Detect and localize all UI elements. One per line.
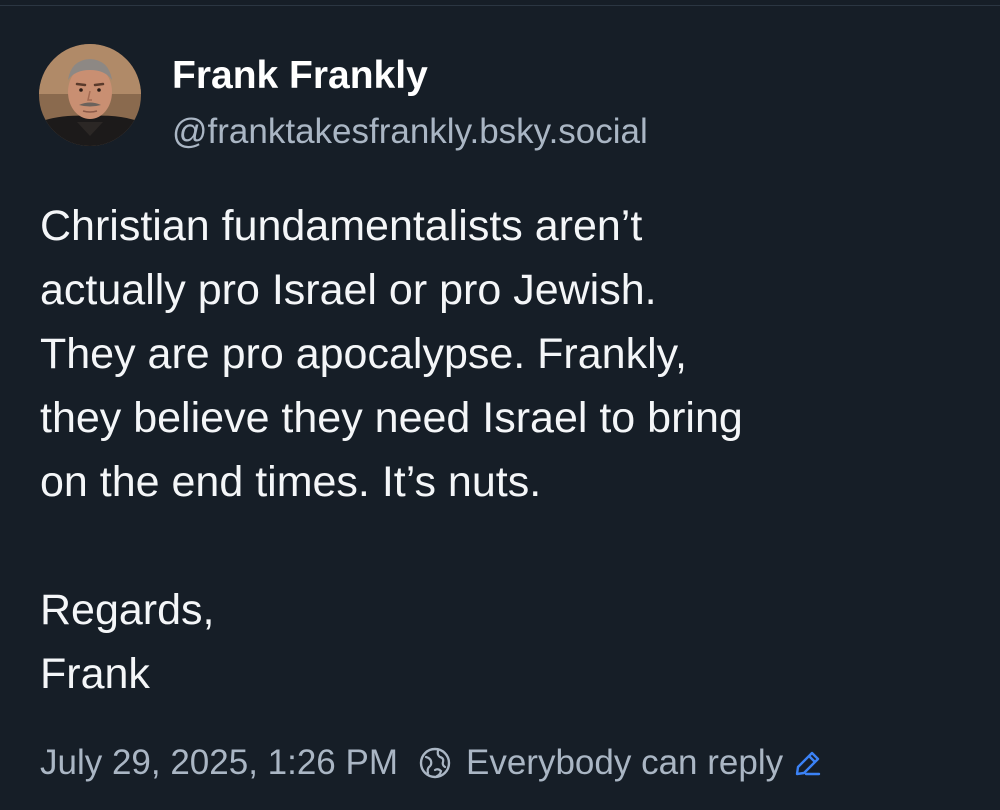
post-text: Christian fundamentalists aren’t actuall… (40, 194, 980, 706)
post-text-line: actually pro Israel or pro Jewish. (40, 266, 657, 314)
author-display-name[interactable]: Frank Frankly (172, 52, 428, 100)
signoff-line: Frank (40, 650, 150, 698)
avatar-image (39, 44, 141, 146)
signoff-line: Regards, (40, 586, 215, 634)
globe-icon (418, 746, 452, 780)
author-handle[interactable]: @franktakesfrankly.bsky.social (172, 110, 648, 154)
post-timestamp: July 29, 2025, 1:26 PM (40, 743, 398, 782)
post-text-line: Christian fundamentalists aren’t (40, 202, 643, 250)
post-text-line: they believe they need Israel to bring (40, 394, 743, 442)
avatar[interactable] (39, 44, 141, 146)
post-card: Frank Frankly @franktakesfrankly.bsky.so… (0, 0, 1000, 810)
post-text-line: on the end times. It’s nuts. (40, 458, 542, 506)
reply-settings-label[interactable]: Everybody can reply (466, 743, 783, 783)
pencil-icon[interactable] (793, 748, 823, 778)
post-text-line: They are pro apocalypse. Frankly, (40, 330, 687, 378)
post-meta: July 29, 2025, 1:26 PM Everybody can rep… (40, 740, 823, 786)
